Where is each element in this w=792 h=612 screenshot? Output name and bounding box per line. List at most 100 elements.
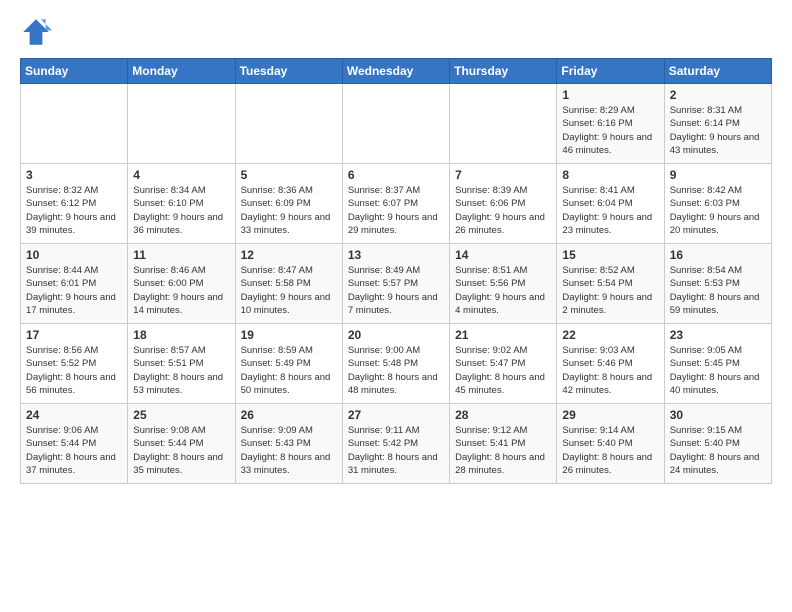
day-number: 19	[241, 328, 337, 342]
header	[20, 16, 772, 48]
day-info: Sunrise: 9:14 AM Sunset: 5:40 PM Dayligh…	[562, 424, 658, 477]
calendar-cell: 1 Sunrise: 8:29 AM Sunset: 6:16 PM Daylig…	[557, 84, 664, 164]
day-info: Sunrise: 9:03 AM Sunset: 5:46 PM Dayligh…	[562, 344, 658, 397]
calendar-cell	[128, 84, 235, 164]
day-number: 22	[562, 328, 658, 342]
calendar-week-0: 1 Sunrise: 8:29 AM Sunset: 6:16 PM Daylig…	[21, 84, 772, 164]
day-info: Sunrise: 8:37 AM Sunset: 6:07 PM Dayligh…	[348, 184, 444, 237]
day-number: 15	[562, 248, 658, 262]
calendar-cell: 14 Sunrise: 8:51 AM Sunset: 5:56 PM Dayli…	[450, 244, 557, 324]
weekday-header-row: SundayMondayTuesdayWednesdayThursdayFrid…	[21, 59, 772, 84]
day-info: Sunrise: 8:39 AM Sunset: 6:06 PM Dayligh…	[455, 184, 551, 237]
calendar-cell: 28Sunrise: 9:12 AM Sunset: 5:41 PM Dayli…	[450, 404, 557, 484]
day-info: Sunrise: 8:36 AM Sunset: 6:09 PM Dayligh…	[241, 184, 337, 237]
day-number: 8	[562, 168, 658, 182]
day-number: 16	[670, 248, 766, 262]
day-number: 14	[455, 248, 551, 262]
weekday-tuesday: Tuesday	[235, 59, 342, 84]
calendar-cell: 4Sunrise: 8:34 AM Sunset: 6:10 PM Daylig…	[128, 164, 235, 244]
day-number: 1	[562, 88, 658, 102]
day-number: 2	[670, 88, 766, 102]
day-number: 6	[348, 168, 444, 182]
calendar-cell	[235, 84, 342, 164]
day-number: 24	[26, 408, 122, 422]
day-number: 27	[348, 408, 444, 422]
calendar-cell	[342, 84, 449, 164]
day-info: Sunrise: 8:56 AM Sunset: 5:52 PM Dayligh…	[26, 344, 122, 397]
day-number: 21	[455, 328, 551, 342]
day-info: Sunrise: 8:31 AM Sunset: 6:14 PM Dayligh…	[670, 104, 766, 157]
day-number: 25	[133, 408, 229, 422]
day-info: Sunrise: 8:54 AM Sunset: 5:53 PM Dayligh…	[670, 264, 766, 317]
calendar-cell: 27 Sunrise: 9:11 AM Sunset: 5:42 PM Dayli…	[342, 404, 449, 484]
day-number: 11	[133, 248, 229, 262]
calendar-cell: 18 Sunrise: 8:57 AM Sunset: 5:51 PM Dayli…	[128, 324, 235, 404]
calendar-cell: 12 Sunrise: 8:47 AM Sunset: 5:58 PM Dayli…	[235, 244, 342, 324]
weekday-saturday: Saturday	[664, 59, 771, 84]
day-info: Sunrise: 8:32 AM Sunset: 6:12 PM Dayligh…	[26, 184, 122, 237]
day-info: Sunrise: 8:42 AM Sunset: 6:03 PM Dayligh…	[670, 184, 766, 237]
day-number: 13	[348, 248, 444, 262]
calendar-cell: 29Sunrise: 9:14 AM Sunset: 5:40 PM Dayli…	[557, 404, 664, 484]
weekday-thursday: Thursday	[450, 59, 557, 84]
day-info: Sunrise: 9:08 AM Sunset: 5:44 PM Dayligh…	[133, 424, 229, 477]
page: SundayMondayTuesdayWednesdayThursdayFrid…	[0, 0, 792, 612]
calendar-header: SundayMondayTuesdayWednesdayThursdayFrid…	[21, 59, 772, 84]
logo-icon	[20, 16, 52, 48]
day-info: Sunrise: 8:47 AM Sunset: 5:58 PM Dayligh…	[241, 264, 337, 317]
day-info: Sunrise: 8:41 AM Sunset: 6:04 PM Dayligh…	[562, 184, 658, 237]
calendar-week-1: 3 Sunrise: 8:32 AM Sunset: 6:12 PM Daylig…	[21, 164, 772, 244]
calendar-cell	[21, 84, 128, 164]
calendar-cell: 9 Sunrise: 8:42 AM Sunset: 6:03 PM Daylig…	[664, 164, 771, 244]
calendar-week-4: 24 Sunrise: 9:06 AM Sunset: 5:44 PM Dayli…	[21, 404, 772, 484]
day-number: 4	[133, 168, 229, 182]
day-number: 12	[241, 248, 337, 262]
calendar-cell: 6 Sunrise: 8:37 AM Sunset: 6:07 PM Daylig…	[342, 164, 449, 244]
day-info: Sunrise: 9:02 AM Sunset: 5:47 PM Dayligh…	[455, 344, 551, 397]
day-info: Sunrise: 8:52 AM Sunset: 5:54 PM Dayligh…	[562, 264, 658, 317]
day-number: 10	[26, 248, 122, 262]
day-number: 30	[670, 408, 766, 422]
day-info: Sunrise: 8:29 AM Sunset: 6:16 PM Dayligh…	[562, 104, 658, 157]
calendar-table: SundayMondayTuesdayWednesdayThursdayFrid…	[20, 58, 772, 484]
day-info: Sunrise: 8:46 AM Sunset: 6:00 PM Dayligh…	[133, 264, 229, 317]
calendar-cell: 3 Sunrise: 8:32 AM Sunset: 6:12 PM Daylig…	[21, 164, 128, 244]
calendar-cell: 10Sunrise: 8:44 AM Sunset: 6:01 PM Dayli…	[21, 244, 128, 324]
logo	[20, 16, 56, 48]
day-number: 23	[670, 328, 766, 342]
day-number: 3	[26, 168, 122, 182]
calendar-cell: 15 Sunrise: 8:52 AM Sunset: 5:54 PM Dayli…	[557, 244, 664, 324]
day-info: Sunrise: 8:51 AM Sunset: 5:56 PM Dayligh…	[455, 264, 551, 317]
day-number: 5	[241, 168, 337, 182]
day-info: Sunrise: 9:06 AM Sunset: 5:44 PM Dayligh…	[26, 424, 122, 477]
day-number: 9	[670, 168, 766, 182]
calendar-cell: 17 Sunrise: 8:56 AM Sunset: 5:52 PM Dayli…	[21, 324, 128, 404]
day-number: 17	[26, 328, 122, 342]
calendar-cell: 2 Sunrise: 8:31 AM Sunset: 6:14 PM Daylig…	[664, 84, 771, 164]
day-info: Sunrise: 9:11 AM Sunset: 5:42 PM Dayligh…	[348, 424, 444, 477]
calendar-cell: 26Sunrise: 9:09 AM Sunset: 5:43 PM Dayli…	[235, 404, 342, 484]
calendar-cell: 13 Sunrise: 8:49 AM Sunset: 5:57 PM Dayli…	[342, 244, 449, 324]
day-info: Sunrise: 9:15 AM Sunset: 5:40 PM Dayligh…	[670, 424, 766, 477]
day-number: 28	[455, 408, 551, 422]
calendar-cell: 19 Sunrise: 8:59 AM Sunset: 5:49 PM Dayli…	[235, 324, 342, 404]
calendar-cell: 21 Sunrise: 9:02 AM Sunset: 5:47 PM Dayli…	[450, 324, 557, 404]
calendar-cell: 20Sunrise: 9:00 AM Sunset: 5:48 PM Dayli…	[342, 324, 449, 404]
weekday-wednesday: Wednesday	[342, 59, 449, 84]
day-number: 18	[133, 328, 229, 342]
weekday-monday: Monday	[128, 59, 235, 84]
calendar-cell: 16 Sunrise: 8:54 AM Sunset: 5:53 PM Dayli…	[664, 244, 771, 324]
calendar-cell: 5 Sunrise: 8:36 AM Sunset: 6:09 PM Daylig…	[235, 164, 342, 244]
calendar-cell: 23Sunrise: 9:05 AM Sunset: 5:45 PM Dayli…	[664, 324, 771, 404]
calendar-cell: 8 Sunrise: 8:41 AM Sunset: 6:04 PM Daylig…	[557, 164, 664, 244]
calendar-cell: 11 Sunrise: 8:46 AM Sunset: 6:00 PM Dayli…	[128, 244, 235, 324]
calendar-cell: 22 Sunrise: 9:03 AM Sunset: 5:46 PM Dayli…	[557, 324, 664, 404]
day-info: Sunrise: 8:57 AM Sunset: 5:51 PM Dayligh…	[133, 344, 229, 397]
day-number: 26	[241, 408, 337, 422]
calendar-week-3: 17 Sunrise: 8:56 AM Sunset: 5:52 PM Dayli…	[21, 324, 772, 404]
day-info: Sunrise: 9:00 AM Sunset: 5:48 PM Dayligh…	[348, 344, 444, 397]
day-info: Sunrise: 8:49 AM Sunset: 5:57 PM Dayligh…	[348, 264, 444, 317]
day-info: Sunrise: 8:59 AM Sunset: 5:49 PM Dayligh…	[241, 344, 337, 397]
calendar-body: 1 Sunrise: 8:29 AM Sunset: 6:16 PM Daylig…	[21, 84, 772, 484]
weekday-friday: Friday	[557, 59, 664, 84]
